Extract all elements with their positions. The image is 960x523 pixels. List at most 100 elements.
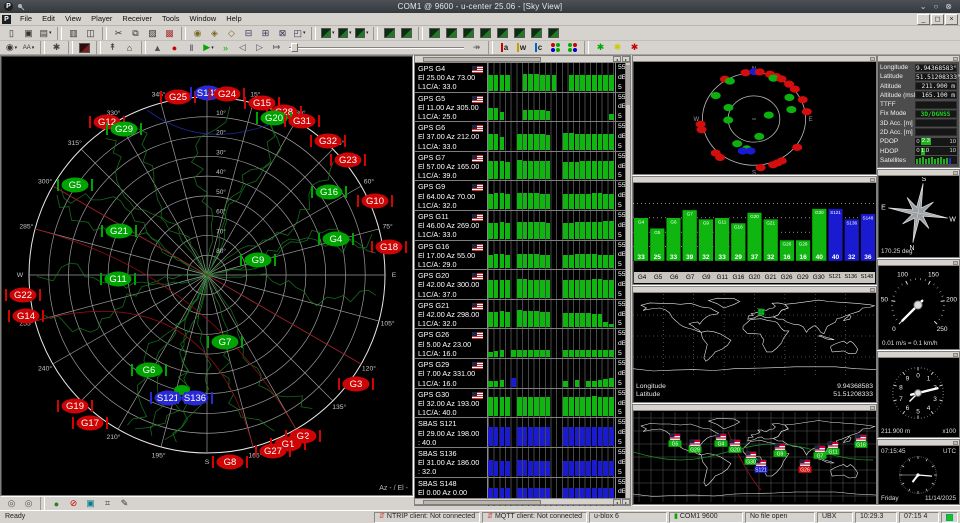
save-file-icon[interactable]: ▣ [21, 27, 37, 40]
play-position-slider[interactable] [289, 43, 464, 52]
close-icon[interactable]: ⊗ [945, 2, 952, 11]
log-marker-c-icon[interactable]: c [531, 41, 547, 54]
satellite-row-S136[interactable]: SBAS S136El 31.00 Az 186.00: 32.055dB5 [415, 447, 630, 477]
fast-forward-icon[interactable]: » [218, 41, 234, 54]
view-toggle-7-icon[interactable] [495, 27, 511, 40]
satellite-row-G4[interactable]: GPS G4El 25.00 Az 73.00L1C/A: 33.055dB5 [415, 63, 630, 92]
panel-grip[interactable] [878, 170, 959, 176]
menu-file[interactable]: File [15, 13, 37, 25]
print-icon[interactable]: ▥ [66, 27, 82, 40]
panel-grip[interactable] [633, 56, 876, 62]
menu-receiver[interactable]: Receiver [117, 13, 157, 25]
panel-grip[interactable] [633, 405, 876, 411]
satellite-row-G5[interactable]: GPS G5El 11.00 Az 305.00L1C/A: 25.055dB5 [415, 92, 630, 122]
satellite-row-G6[interactable]: GPS G6El 37.00 Az 212.00L1C/A: 33.055dB5 [415, 121, 630, 151]
minimize-icon[interactable]: ⌄ [920, 2, 927, 11]
no-connection-icon[interactable]: ⊘ [66, 497, 82, 510]
record-icon[interactable]: ● [167, 41, 183, 54]
skip-to-end-icon[interactable]: ↦ [269, 41, 285, 54]
tile-horizontal-icon[interactable]: ⊟ [241, 27, 257, 40]
gear-record-icon[interactable]: ✱ [593, 41, 609, 54]
multi-view-1-icon[interactable] [548, 41, 564, 54]
messages-view-icon[interactable] [77, 41, 93, 54]
panel-grip[interactable] [878, 56, 959, 62]
pin-icon[interactable] [17, 3, 25, 11]
gear-stop-icon[interactable]: ✱ [627, 41, 643, 54]
camera-icon[interactable]: ▣ [83, 497, 99, 510]
tools-icon[interactable]: ✱ [49, 41, 65, 54]
satellite-row-S121[interactable]: SBAS S121El 29.00 Az 198.00: 40.055dB5 [415, 417, 630, 447]
edit-log-icon[interactable]: ✎ [117, 497, 133, 510]
open-file-icon[interactable]: ▤▾ [38, 27, 54, 40]
view-toggle-8-icon[interactable] [512, 27, 528, 40]
view-toggle-6-icon[interactable] [478, 27, 494, 40]
mdi-minimize-icon[interactable]: _ [917, 14, 930, 25]
close-view-icon[interactable]: ⊠ [275, 27, 291, 40]
satellite-row-G11[interactable]: GPS G11El 46.00 Az 269.00L1C/A: 33.055dB… [415, 210, 630, 240]
log-marker-w-icon[interactable]: w [514, 41, 530, 54]
panel-grip[interactable] [633, 287, 876, 293]
menu-view[interactable]: View [60, 13, 86, 25]
mdi-close-icon[interactable]: × [945, 14, 958, 25]
copy-icon[interactable]: ⧉ [128, 27, 144, 40]
about-icon[interactable]: ◎ [4, 497, 20, 510]
network-icon[interactable]: ⌗ [100, 497, 116, 510]
color-settings-icon[interactable]: ▩ [162, 27, 178, 40]
satellite-row-G29[interactable]: GPS G29El 7.00 Az 331.00L1C/A: 16.055dB5 [415, 358, 630, 388]
search-up-icon[interactable]: ◈ [207, 27, 223, 40]
print-preview-icon[interactable]: ◫ [83, 27, 99, 40]
search-message-icon[interactable]: ◉ [190, 27, 206, 40]
cut-icon[interactable]: ✂ [111, 27, 127, 40]
pause-icon[interactable]: ‖ [184, 41, 200, 54]
view-toggle-1-icon[interactable] [382, 27, 398, 40]
satellite-row-G21[interactable]: GPS G21El 42.00 Az 298.00L1C/A: 32.055dB… [415, 299, 630, 329]
map-view-icon[interactable]: ▾ [320, 27, 336, 40]
multi-view-2-icon[interactable] [565, 41, 581, 54]
new-file-icon[interactable]: ▯ [4, 27, 20, 40]
satellite-row-G26[interactable]: GPS G26El 5.00 Az 23.00L1C/A: 16.055dB5 [415, 328, 630, 358]
camera-view-icon[interactable]: ▾ [354, 27, 370, 40]
satellite-row-G20[interactable]: GPS G20El 42.00 Az 300.00L1C/A: 37.055dB… [415, 269, 630, 299]
satellite-row-G30[interactable]: GPS G30El 32.00 Az 193.00L1C/A: 40.055dB… [415, 388, 630, 418]
search-down-icon[interactable]: ◇ [224, 27, 240, 40]
help-icon[interactable]: ◎ [21, 497, 37, 510]
panel-grip[interactable] [878, 440, 959, 446]
satellite-row-G16[interactable]: GPS G16El 17.00 Az 55.00L1C/A: 29.055dB5 [415, 240, 630, 270]
satellite-row-G7[interactable]: GPS G7El 57.00 Az 165.00L1C/A: 39.055dB5 [415, 151, 630, 181]
mdi-restore-icon[interactable]: ◻ [931, 14, 944, 25]
menu-player[interactable]: Player [86, 13, 117, 25]
step-forward-icon[interactable]: ▷ [252, 41, 268, 54]
panel-grip[interactable] [878, 260, 959, 266]
step-back-icon[interactable]: ◁ [235, 41, 251, 54]
view-toggle-10-icon[interactable] [546, 27, 562, 40]
antenna-icon[interactable]: ↟ [105, 41, 121, 54]
new-view-icon[interactable]: ◰▾ [292, 27, 308, 40]
jump-end-icon[interactable]: ↠ [469, 41, 485, 54]
panel-grip[interactable] [878, 352, 959, 358]
receiver-config-icon[interactable]: ⌂ [122, 41, 138, 54]
play-icon[interactable]: ▶▾ [201, 41, 217, 54]
paste-icon[interactable]: ▨ [145, 27, 161, 40]
view-toggle-4-icon[interactable] [444, 27, 460, 40]
menu-tools[interactable]: Tools [157, 13, 185, 25]
gear-play-icon[interactable]: ✱ [610, 41, 626, 54]
globe-icon[interactable]: ● [49, 497, 65, 510]
view-toggle-5-icon[interactable] [461, 27, 477, 40]
menu-edit[interactable]: Edit [37, 13, 60, 25]
view-toggle-2-icon[interactable] [399, 27, 415, 40]
visibility-icon[interactable]: ◉▾ [4, 41, 20, 54]
vertical-scrollbar[interactable] [625, 63, 630, 498]
panel-grip[interactable] [633, 177, 876, 183]
font-size-icon[interactable]: AA▾ [21, 41, 37, 54]
eject-icon[interactable]: ▲ [150, 41, 166, 54]
view-toggle-9-icon[interactable] [529, 27, 545, 40]
maximize-icon[interactable]: ○ [933, 2, 938, 11]
view-toggle-3-icon[interactable] [427, 27, 443, 40]
chart-view-icon[interactable]: ▾ [337, 27, 353, 40]
menu-help[interactable]: Help [221, 13, 246, 25]
tile-vertical-icon[interactable]: ⊞ [258, 27, 274, 40]
horizontal-scrollbar[interactable]: ◂▸ [415, 498, 630, 505]
satellite-row-G9[interactable]: GPS G9El 64.00 Az 70.00L1C/A: 32.055dB5 [415, 180, 630, 210]
menu-window[interactable]: Window [185, 13, 222, 25]
horizontal-scrollbar[interactable]: ◂▸ [415, 56, 630, 63]
